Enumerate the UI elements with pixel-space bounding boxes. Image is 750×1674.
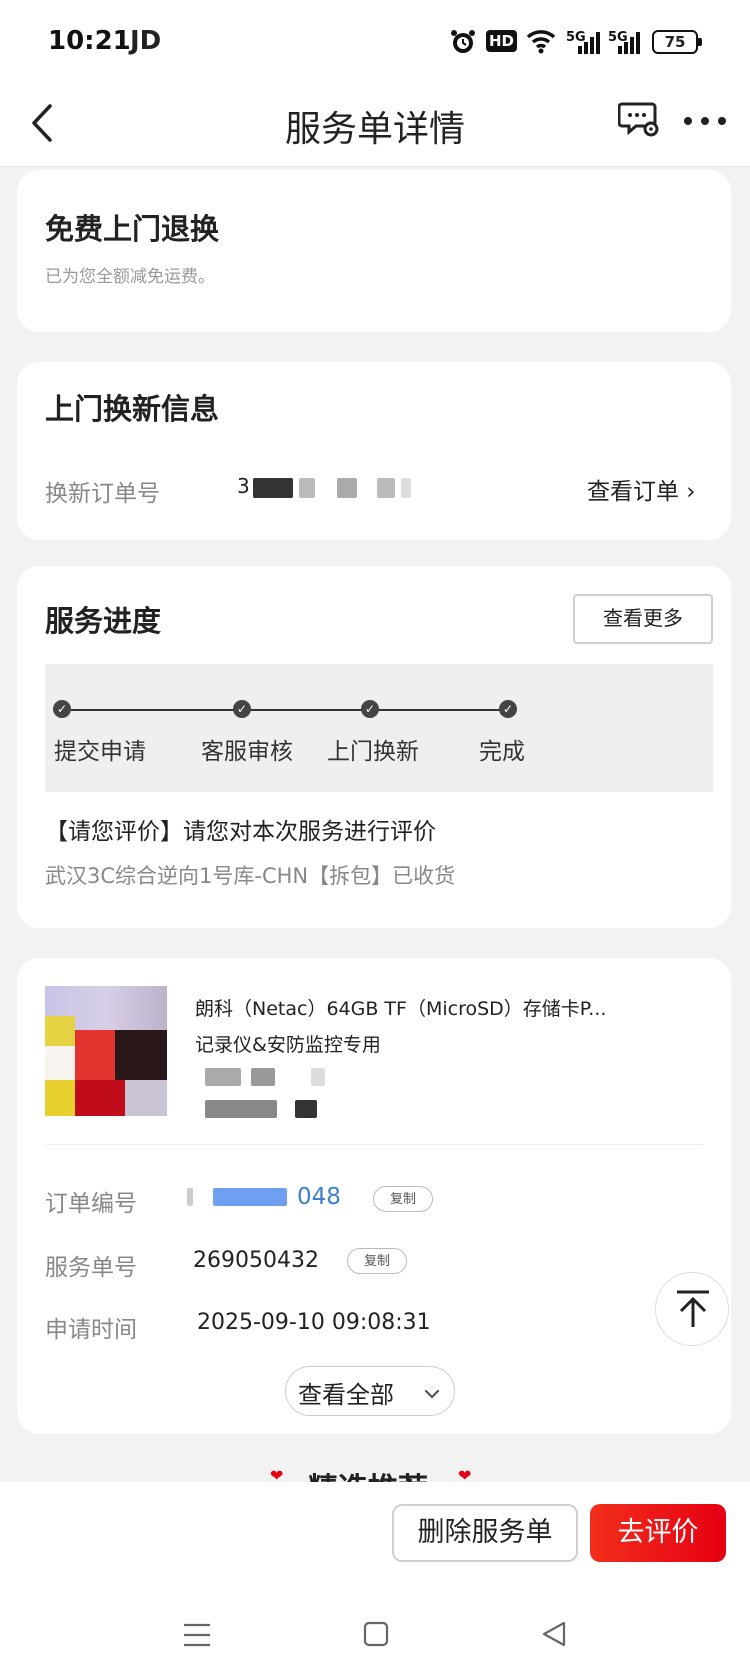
signal-icon — [576, 32, 600, 58]
order-no-label: 订单编号 — [45, 1191, 137, 1217]
signal-icon — [616, 32, 642, 58]
wifi-icon — [526, 28, 556, 58]
free-return-title: 免费上门退换 — [45, 212, 220, 246]
free-return-subtitle: 已为您全额减免运费。 — [45, 267, 215, 287]
step-check-icon: ✓ — [53, 700, 71, 718]
service-no-value: 269050432 — [193, 1248, 319, 1273]
product-image[interactable] — [45, 986, 167, 1116]
step-label: 完成 — [479, 739, 525, 765]
nav-bar: 服务单详情 — [0, 86, 750, 167]
progress-line — [63, 709, 509, 711]
status-bar: 10:21 JD HD 5G 5G 75 — [0, 0, 750, 86]
progress-location: 武汉3C综合逆向1号库-CHN【拆包】已收货 — [45, 864, 456, 888]
menu-icon[interactable] — [182, 1622, 212, 1652]
back-nav-icon[interactable] — [540, 1620, 568, 1652]
exchange-order-label: 换新订单号 — [45, 481, 160, 507]
chevron-down-icon — [424, 1385, 440, 1404]
step-check-icon: ✓ — [233, 700, 251, 718]
exchange-order-prefix: 3 — [237, 474, 250, 498]
progress-title: 服务进度 — [45, 604, 162, 638]
product-card: 朗科（Netac）64GB TF（MicroSD）存储卡P... 记录仪&安防监… — [17, 958, 731, 1434]
status-time: 10:21 — [48, 26, 131, 56]
arrow-up-icon — [674, 1289, 712, 1333]
step-check-icon: ✓ — [361, 700, 379, 718]
step-check-icon: ✓ — [499, 700, 517, 718]
bottom-action-bar: 删除服务单 去评价 — [0, 1482, 750, 1674]
customer-service-icon[interactable] — [617, 98, 659, 140]
copy-service-button[interactable]: 复制 — [347, 1248, 407, 1274]
view-more-button[interactable]: 查看更多 — [573, 594, 713, 644]
order-no-value: 048 — [187, 1184, 341, 1210]
recommend-heading: ❤ 精选推荐 ❤ — [270, 1462, 480, 1484]
back-to-top-button[interactable] — [655, 1272, 729, 1346]
exchange-info-card: 上门换新信息 换新订单号 3 查看订单 › — [17, 362, 731, 540]
view-order-link[interactable]: 查看订单 › — [587, 472, 696, 506]
step-label: 上门换新 — [327, 739, 419, 765]
product-spec-blurred — [195, 1062, 335, 1122]
status-carrier: JD — [130, 26, 162, 56]
hd-icon: HD — [486, 30, 518, 52]
view-all-button[interactable]: 查看全部 — [285, 1366, 455, 1416]
apply-time-label: 申请时间 — [45, 1317, 137, 1343]
delete-service-button[interactable]: 删除服务单 — [392, 1504, 578, 1562]
service-no-label: 服务单号 — [45, 1255, 137, 1281]
view-all-label: 查看全部 — [298, 1381, 394, 1409]
product-name[interactable]: 朗科（Netac）64GB TF（MicroSD）存储卡P... — [195, 994, 705, 1021]
free-return-card: 免费上门退换 已为您全额减免运费。 — [17, 170, 731, 332]
product-desc: 记录仪&安防监控专用 — [195, 1034, 381, 1056]
apply-time-value: 2025-09-10 09:08:31 — [197, 1310, 431, 1335]
divider — [45, 1144, 703, 1145]
order-no-tail: 048 — [297, 1184, 341, 1210]
recommend-title: 精选推荐 — [308, 1464, 428, 1484]
review-button[interactable]: 去评价 — [590, 1504, 726, 1562]
more-options-icon[interactable] — [682, 112, 728, 128]
progress-steps: ✓ ✓ ✓ ✓ 提交申请 客服审核 上门换新 完成 — [45, 664, 713, 792]
exchange-info-title: 上门换新信息 — [45, 392, 220, 426]
copy-order-button[interactable]: 复制 — [373, 1186, 433, 1212]
exchange-order-number: 3 — [237, 474, 417, 498]
home-icon[interactable] — [362, 1620, 390, 1652]
alarm-icon — [450, 28, 476, 60]
progress-message: 【请您评价】请您对本次服务进行评价 — [45, 819, 436, 845]
battery-icon: 75 — [652, 30, 702, 54]
service-progress-card: 服务进度 查看更多 ✓ ✓ ✓ ✓ 提交申请 客服审核 上门换新 完成 【请您评… — [17, 566, 731, 928]
step-label: 提交申请 — [54, 739, 146, 765]
step-label: 客服审核 — [201, 739, 293, 765]
